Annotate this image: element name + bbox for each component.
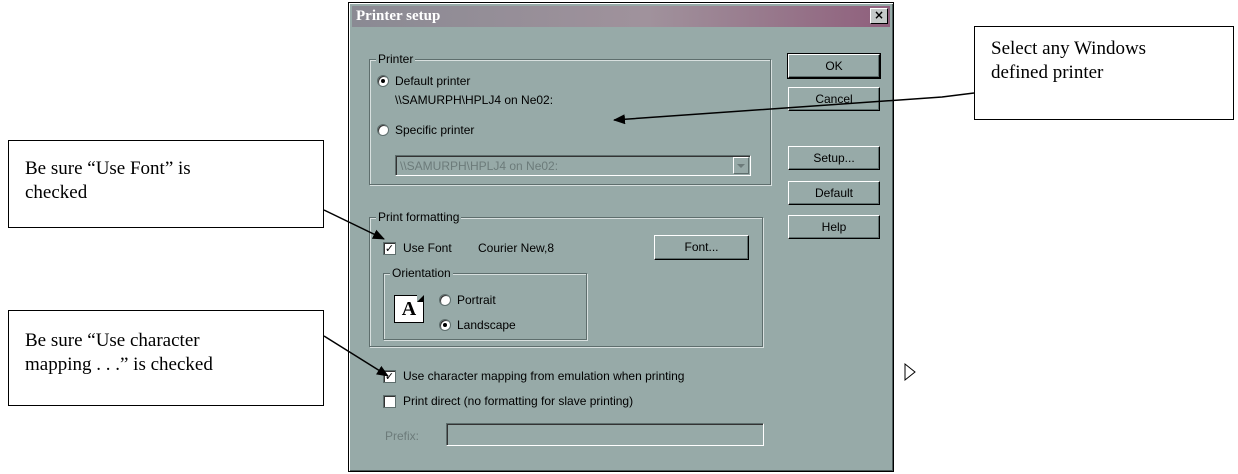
callout-arrows: [323, 92, 975, 382]
printer-callout-arrow: [613, 92, 975, 125]
pointer-cursor-icon: [904, 362, 916, 382]
char-mapping-callout-arrow: [323, 335, 389, 377]
use-font-callout-arrow: [323, 209, 385, 240]
